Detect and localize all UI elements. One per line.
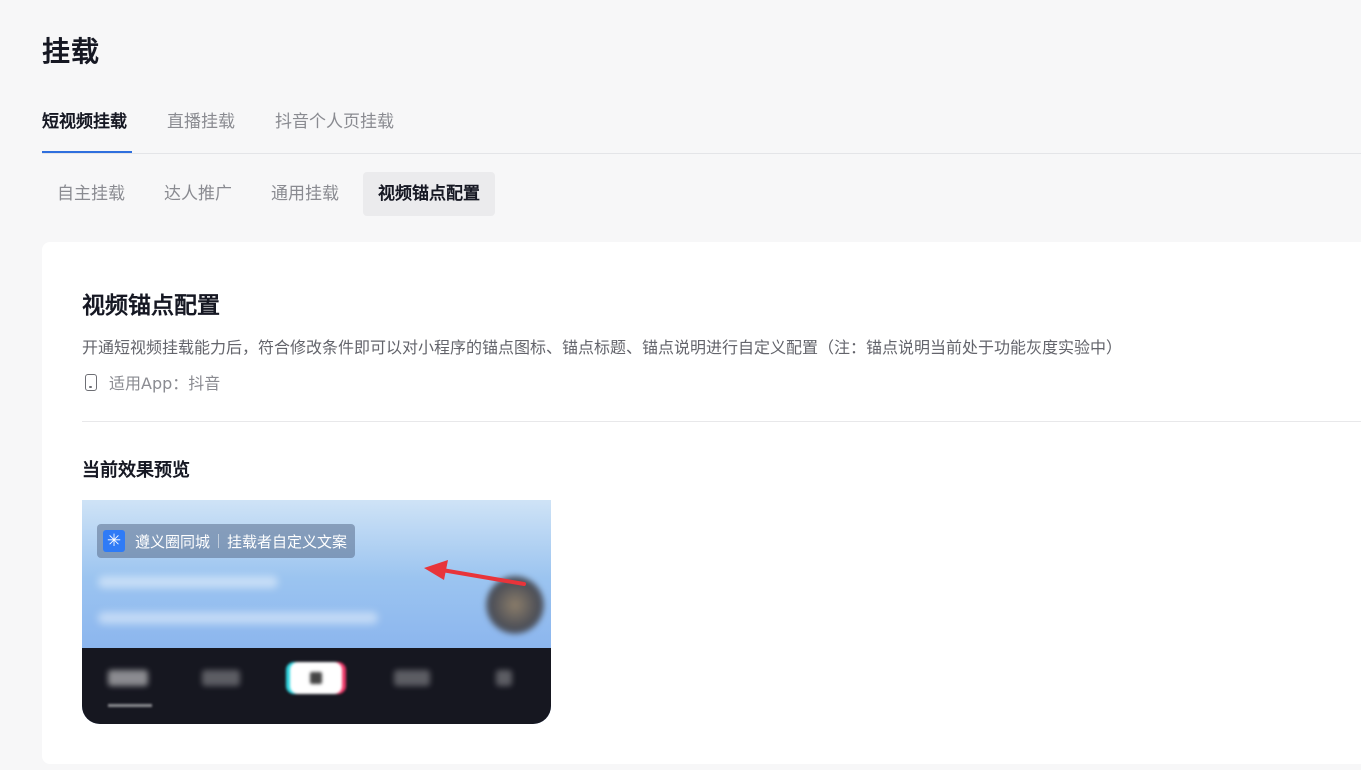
anchor-custom-text: 挂载者自定义文案 <box>227 532 348 551</box>
plus-icon <box>290 662 342 694</box>
card-description: 开通短视频挂载能力后，符合修改条件即可以对小程序的锚点图标、锚点标题、锚点说明进… <box>82 338 1123 357</box>
blurred-nav-item <box>496 670 512 686</box>
blurred-nav-item <box>108 670 148 686</box>
phone-icon <box>85 373 97 391</box>
subtab-self-mount[interactable]: 自主挂载 <box>42 172 140 216</box>
effect-preview-image: ✳ 遵义圈同城 挂载者自定义文案 <box>82 500 551 724</box>
sub-tabs: 自主挂载 达人推广 通用挂载 视频锚点配置 <box>42 172 504 216</box>
subtab-general-mount[interactable]: 通用挂载 <box>256 172 354 216</box>
app-bottom-nav <box>82 648 551 724</box>
subtab-video-anchor-config[interactable]: 视频锚点配置 <box>363 172 495 216</box>
nav-active-indicator <box>108 704 152 707</box>
asterisk-icon: ✳ <box>103 530 125 552</box>
divider <box>82 421 1361 422</box>
blurred-nav-item <box>202 670 240 686</box>
app-applicability: 适用App：抖音 <box>82 370 220 394</box>
card-title: 视频锚点配置 <box>82 293 220 319</box>
anchor-chip: ✳ 遵义圈同城 挂载者自定义文案 <box>97 524 356 558</box>
main-tabs: 短视频挂载 直播挂载 抖音个人页挂载 <box>42 108 1361 154</box>
chip-separator <box>218 534 220 548</box>
app-label: 适用App：抖音 <box>109 374 221 393</box>
preview-section-title: 当前效果预览 <box>82 460 190 481</box>
blurred-caption-line <box>98 576 278 588</box>
subtab-influencer-promo[interactable]: 达人推广 <box>149 172 247 216</box>
page-title: 挂载 <box>42 35 101 68</box>
tab-live-mount[interactable]: 直播挂载 <box>167 108 235 152</box>
config-card: 视频锚点配置 开通短视频挂载能力后，符合修改条件即可以对小程序的锚点图标、锚点标… <box>42 242 1361 764</box>
blurred-caption-line <box>98 612 378 624</box>
tab-profile-mount[interactable]: 抖音个人页挂载 <box>275 108 394 152</box>
anchor-name: 遵义圈同城 <box>135 532 211 551</box>
tab-short-video-mount[interactable]: 短视频挂载 <box>42 108 132 153</box>
red-arrow-icon <box>424 560 526 586</box>
blurred-nav-item <box>394 670 430 686</box>
